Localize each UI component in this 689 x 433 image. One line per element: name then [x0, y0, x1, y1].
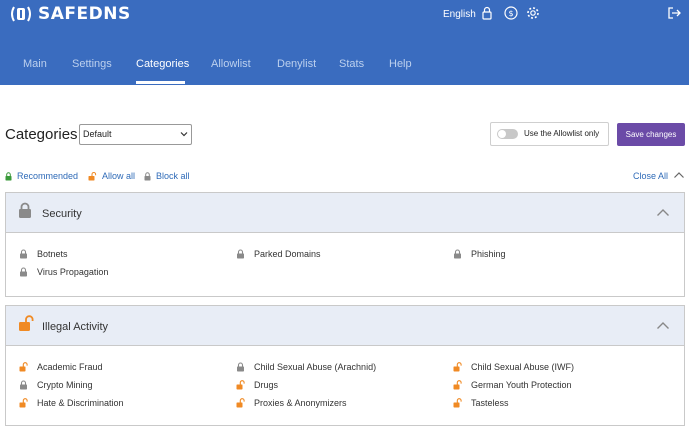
allowlist-only-toggle[interactable]	[497, 129, 518, 139]
lock-icon	[454, 249, 461, 259]
category-item-parked-domains[interactable]: Parked Domains	[236, 249, 321, 259]
main-nav: Main Settings Categories Allowlist Denyl…	[0, 52, 689, 85]
gear-icon[interactable]	[526, 6, 540, 20]
green-lock-icon	[5, 171, 12, 180]
recommended-link[interactable]: Recommended	[5, 171, 78, 181]
logout-icon[interactable]	[667, 6, 681, 20]
tab-categories[interactable]: Categories	[136, 58, 189, 70]
category-item-tasteless[interactable]: Tasteless	[453, 398, 509, 408]
category-label: Proxies & Anonymizers	[254, 398, 347, 408]
lock-icon	[19, 202, 31, 218]
allow-all-label: Allow all	[102, 171, 136, 181]
unlock-icon	[19, 315, 34, 331]
category-label: Phishing	[471, 249, 506, 259]
category-label: Botnets	[37, 249, 68, 259]
orange-unlock-icon	[88, 171, 97, 180]
safedns-logo-icon	[11, 6, 31, 22]
category-item-german-youth-protection[interactable]: German Youth Protection	[453, 380, 572, 390]
group-title: Security	[42, 208, 82, 220]
recommended-label: Recommended	[17, 171, 79, 181]
chevron-down-icon	[180, 132, 188, 137]
category-label: Child Sexual Abuse (IWF)	[471, 362, 575, 372]
category-item-virus-propagation[interactable]: Virus Propagation	[19, 267, 108, 277]
category-label: Hate & Discrimination	[37, 398, 124, 408]
profile-select[interactable]: Default	[79, 124, 192, 145]
tab-main[interactable]: Main	[23, 58, 47, 70]
chevron-up-icon[interactable]	[656, 321, 670, 330]
category-item-child-sexual-abuse-iwf[interactable]: Child Sexual Abuse (IWF)	[453, 362, 574, 372]
chevron-up-icon[interactable]	[673, 171, 685, 179]
block-all-label: Block all	[156, 171, 190, 181]
toggle-knob	[498, 130, 506, 138]
category-label: Virus Propagation	[37, 267, 109, 277]
language-selector[interactable]: English	[443, 9, 476, 20]
allowlist-only-label: Use the Allowlist only	[524, 129, 600, 138]
unlock-icon	[236, 398, 245, 408]
dollar-icon[interactable]: $	[504, 6, 518, 20]
allowlist-only-toggle-box[interactable]: Use the Allowlist only	[490, 122, 609, 146]
chevron-up-icon[interactable]	[656, 208, 670, 217]
unlock-icon	[19, 398, 28, 408]
active-tab-indicator	[136, 81, 185, 84]
category-label: Academic Fraud	[37, 362, 103, 372]
profile-select-value: Default	[83, 129, 112, 139]
lock-icon	[20, 380, 27, 390]
top-header: SAFEDNS English $ Main Settings Categori…	[0, 0, 689, 85]
group-header-illegal-activity[interactable]: Illegal Activity	[6, 306, 684, 346]
category-group-illegal-activity: Illegal Activity Academic Fraud Child Se…	[5, 305, 685, 426]
unlock-icon	[236, 380, 245, 390]
lock-icon	[237, 362, 244, 372]
tab-denylist[interactable]: Denylist	[277, 58, 316, 70]
block-all-link[interactable]: Block all	[144, 171, 190, 181]
tab-settings[interactable]: Settings	[72, 58, 112, 70]
category-label: Drugs	[254, 380, 279, 390]
category-item-crypto-mining[interactable]: Crypto Mining	[19, 380, 93, 390]
category-label: Crypto Mining	[37, 380, 93, 390]
category-label: Parked Domains	[254, 249, 321, 259]
lock-icon	[237, 249, 244, 259]
category-item-academic-fraud[interactable]: Academic Fraud	[19, 362, 103, 372]
lock-icon	[20, 267, 27, 277]
tab-help[interactable]: Help	[389, 58, 412, 70]
category-label: Child Sexual Abuse (Arachnid)	[254, 362, 377, 372]
close-all-link[interactable]: Close All	[633, 171, 668, 181]
lock-icon[interactable]	[480, 6, 494, 20]
page-title: Categories	[5, 126, 78, 143]
svg-text:$: $	[508, 9, 513, 18]
logo[interactable]: SAFEDNS	[9, 4, 131, 24]
lock-icon	[20, 249, 27, 259]
unlock-icon	[19, 362, 28, 372]
category-item-phishing[interactable]: Phishing	[453, 249, 506, 259]
group-header-security[interactable]: Security	[6, 193, 684, 233]
unlock-icon	[453, 380, 462, 390]
unlock-icon	[453, 398, 462, 408]
category-item-hate-discrimination[interactable]: Hate & Discrimination	[19, 398, 124, 408]
category-label: German Youth Protection	[471, 380, 572, 390]
category-group-security: Security Botnets Parked Domains Phishing…	[5, 192, 685, 297]
unlock-icon	[453, 362, 462, 372]
category-item-proxies-anonymizers[interactable]: Proxies & Anonymizers	[236, 398, 347, 408]
category-item-child-sexual-abuse-arachnid[interactable]: Child Sexual Abuse (Arachnid)	[236, 362, 376, 372]
tab-stats[interactable]: Stats	[339, 58, 364, 70]
gray-lock-icon	[144, 171, 151, 180]
allow-all-link[interactable]: Allow all	[88, 171, 135, 181]
category-item-botnets[interactable]: Botnets	[19, 249, 68, 259]
tab-allowlist[interactable]: Allowlist	[211, 58, 251, 70]
logo-text: SAFEDNS	[38, 4, 131, 24]
group-title: Illegal Activity	[42, 321, 109, 333]
save-changes-button[interactable]: Save changes	[617, 123, 685, 146]
category-label: Tasteless	[471, 398, 509, 408]
category-item-drugs[interactable]: Drugs	[236, 380, 278, 390]
